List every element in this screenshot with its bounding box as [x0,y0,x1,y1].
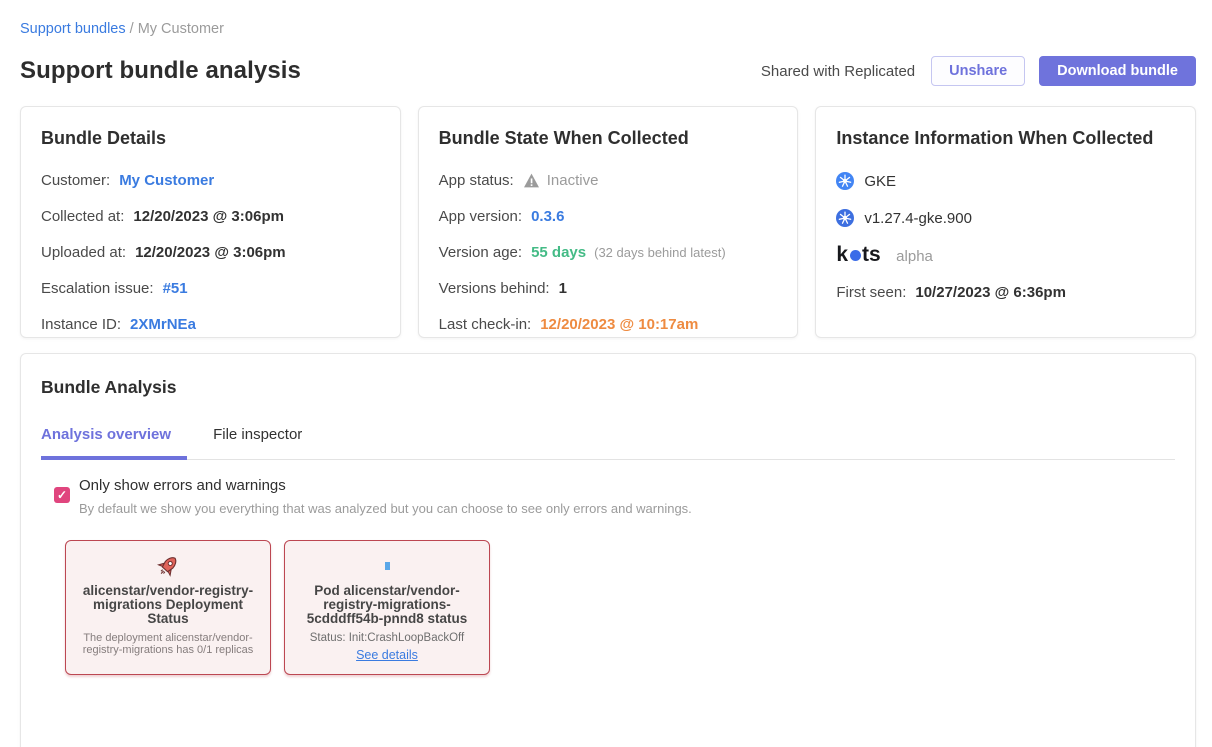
app-version-link[interactable]: 0.3.6 [531,208,564,225]
bundle-state-card: Bundle State When Collected App status: … [418,106,799,338]
analysis-error-card-pod-status[interactable]: Pod alicenstar/vendor-registry-migration… [284,540,490,675]
kots-channel: alpha [896,248,933,265]
rocket-icon [151,549,185,583]
breadcrumb-separator-glyph: / [130,21,134,37]
error-title: alicenstar/vendor-registry-migrations De… [82,584,254,627]
instance-info-card: Instance Information When Collected [815,106,1196,338]
versions-behind-row: Versions behind: 1 [439,280,778,297]
app-status-row: App status: Inactive [439,172,778,189]
checkmark-icon: ✓ [57,489,67,501]
uploaded-at-label: Uploaded at: [41,244,126,261]
warning-triangle-icon [523,173,540,188]
distribution-value: GKE [864,173,896,190]
escalation-issue-row: Escalation issue: #51 [41,280,380,297]
instance-info-title: Instance Information When Collected [836,128,1175,149]
error-message: The deployment alicenstar/vendor-registr… [74,632,262,656]
customer-row: Customer: My Customer [41,172,380,189]
app-status-value: Inactive [547,172,599,189]
download-bundle-button[interactable]: Download bundle [1039,56,1196,86]
info-cards-row: Bundle Details Customer: My Customer Col… [20,106,1196,338]
pod-icon [385,562,390,570]
app-status-label: App status: [439,172,514,189]
customer-link[interactable]: My Customer [119,172,214,189]
distribution-row: GKE [836,172,1175,190]
instance-id-label: Instance ID: [41,316,121,333]
error-title: Pod alicenstar/vendor-registry-migration… [301,584,473,627]
kots-logo-o-dot [850,250,861,261]
first-seen-value: 10/27/2023 @ 6:36pm [915,284,1066,301]
bundle-analysis-title: Bundle Analysis [41,377,1175,398]
k8s-version-value: v1.27.4-gke.900 [864,210,972,227]
version-age-value: 55 days [531,244,586,261]
escalation-issue-label: Escalation issue: [41,280,154,297]
only-errors-checkbox[interactable]: ✓ [54,487,70,503]
bundle-analysis-card: Bundle Analysis Analysis overview File i… [20,353,1196,747]
kots-logo-ts: ts [862,243,881,267]
breadcrumb-support-bundles-link[interactable]: Support bundles [20,21,126,37]
page-title: Support bundle analysis [20,57,301,85]
last-checkin-label: Last check-in: [439,316,532,333]
shared-status-text: Shared with Replicated [761,63,915,80]
support-bundle-analysis-page: Support bundles / My Customer Support bu… [0,0,1212,747]
tab-analysis-overview[interactable]: Analysis overview [41,426,187,460]
collected-at-label: Collected at: [41,208,124,225]
error-status-message: Status: Init:CrashLoopBackOff [293,632,481,644]
first-seen-row: First seen: 10/27/2023 @ 6:36pm [836,284,1175,301]
filter-label[interactable]: Only show errors and warnings [79,477,692,494]
kots-logo: kts [836,243,880,267]
errors-filter-row: ✓ Only show errors and warnings By defau… [41,477,1175,516]
bundle-state-title: Bundle State When Collected [439,128,778,149]
version-age-label: Version age: [439,244,522,261]
unshare-button[interactable]: Unshare [931,56,1025,86]
k8s-version-row: v1.27.4-gke.900 [836,209,1175,227]
version-age-row: Version age: 55 days (32 days behind lat… [439,244,778,261]
see-details-link[interactable]: See details [356,648,418,662]
error-icon-row [74,550,262,582]
analysis-errors-row: alicenstar/vendor-registry-migrations De… [41,540,1175,675]
collected-at-row: Collected at: 12/20/2023 @ 3:06pm [41,208,380,225]
instance-id-row: Instance ID: 2XMrNEa [41,316,380,333]
customer-label: Customer: [41,172,110,189]
collected-at-value: 12/20/2023 @ 3:06pm [133,208,284,225]
tab-file-inspector[interactable]: File inspector [213,426,318,459]
filter-description: By default we show you everything that w… [79,501,692,516]
instance-id-link[interactable]: 2XMrNEa [130,316,196,333]
app-version-label: App version: [439,208,522,225]
filter-text-block: Only show errors and warnings By default… [79,477,692,516]
kots-logo-k: k [836,243,848,267]
app-version-row: App version: 0.3.6 [439,208,778,225]
versions-behind-value: 1 [559,280,567,297]
uploaded-at-row: Uploaded at: 12/20/2023 @ 3:06pm [41,244,380,261]
kots-row: kts alpha [836,243,1175,267]
version-age-note: (32 days behind latest) [594,245,726,260]
versions-behind-label: Versions behind: [439,280,550,297]
escalation-issue-link[interactable]: #51 [163,280,188,297]
error-icon-row [293,550,481,582]
breadcrumb-current: My Customer [138,21,224,37]
analysis-error-card-deployment[interactable]: alicenstar/vendor-registry-migrations De… [65,540,271,675]
analysis-tabs: Analysis overview File inspector [41,426,1175,460]
uploaded-at-value: 12/20/2023 @ 3:06pm [135,244,286,261]
first-seen-label: First seen: [836,284,906,301]
page-header: Support bundle analysis Shared with Repl… [20,56,1196,86]
bundle-details-card: Bundle Details Customer: My Customer Col… [20,106,401,338]
kubernetes-version-icon [836,209,854,227]
last-checkin-value: 12/20/2023 @ 10:17am [540,316,698,333]
breadcrumb: Support bundles / My Customer [20,21,1196,37]
last-checkin-row: Last check-in: 12/20/2023 @ 10:17am [439,316,778,333]
header-actions: Shared with Replicated Unshare Download … [761,56,1196,86]
bundle-details-title: Bundle Details [41,128,380,149]
kubernetes-icon [836,172,854,190]
